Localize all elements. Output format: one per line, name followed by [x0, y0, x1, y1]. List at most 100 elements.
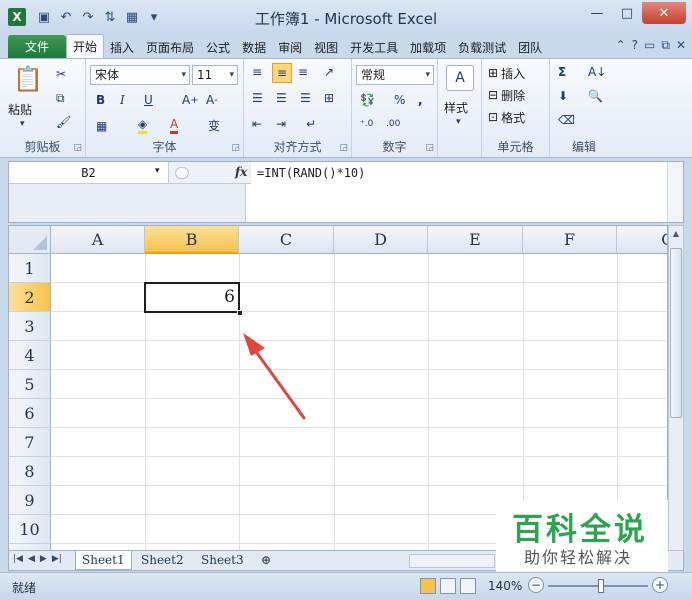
row-header-6[interactable]: 6 [9, 399, 51, 428]
font-launcher-icon[interactable]: ◲ [231, 143, 240, 153]
tab-review[interactable]: 审阅 [272, 36, 308, 58]
row-header-4[interactable]: 4 [9, 341, 51, 370]
zoom-out-button[interactable]: − [528, 577, 544, 593]
tab-team[interactable]: 团队 [512, 36, 548, 58]
styles-group[interactable]: A 样式 ▾ [438, 59, 482, 157]
styles-button[interactable]: 样式 [444, 99, 468, 116]
tab-addins[interactable]: 加载项 [404, 36, 452, 58]
tab-file[interactable]: 文件 [8, 35, 66, 58]
save-icon[interactable]: ▣ [36, 10, 52, 25]
decrease-decimal-icon[interactable]: .00 [386, 119, 400, 129]
insert-function-icon[interactable]: fx [235, 165, 247, 179]
sort-filter-icon[interactable]: A↓ [588, 65, 606, 79]
insert-sheet-icon[interactable]: ⊕ [255, 551, 277, 570]
formula-bar-resize-icon[interactable] [175, 167, 189, 179]
increase-indent-icon[interactable]: ⇥ [276, 117, 286, 131]
horizontal-scrollbar[interactable] [409, 554, 495, 568]
orientation-icon[interactable]: ↗ [324, 65, 334, 79]
vertical-scroll-thumb[interactable] [670, 248, 682, 418]
page-break-view-icon[interactable] [460, 578, 476, 594]
comma-style-icon[interactable]: , [418, 93, 423, 107]
close-button[interactable]: ✕ [642, 2, 686, 24]
grow-font-icon[interactable]: A + [182, 93, 199, 107]
fill-color-icon[interactable]: ◈ [138, 117, 148, 134]
column-header-g[interactable]: G [617, 226, 667, 254]
row-header-8[interactable]: 8 [9, 457, 51, 486]
align-middle-icon[interactable]: ≡ [272, 63, 292, 83]
vertical-scrollbar[interactable]: ▲ [668, 225, 684, 551]
number-format-select[interactable]: 常规 [356, 65, 434, 85]
formula-bar-scroll[interactable] [667, 162, 683, 222]
merge-center-icon[interactable]: ⊞ [324, 91, 334, 105]
format-painter-icon[interactable]: 🖌 [56, 115, 71, 129]
collapse-ribbon-icon[interactable]: ⌃ [616, 38, 626, 53]
tab-data[interactable]: 数据 [236, 36, 272, 58]
underline-icon[interactable]: U [144, 93, 153, 107]
styles-dropdown-icon[interactable]: ▾ [456, 117, 461, 127]
sheet-tab-sheet2[interactable]: Sheet2 [135, 551, 190, 570]
align-bottom-icon[interactable]: ≡ [298, 65, 308, 79]
wrap-text-icon[interactable]: ↵ [306, 117, 316, 131]
help-icon[interactable]: ? [632, 38, 638, 53]
paste-icon[interactable]: 📋 [13, 65, 43, 93]
find-select-icon[interactable]: 🔍 [588, 89, 603, 103]
tab-load-test[interactable]: 负载测试 [452, 36, 512, 58]
excel-icon[interactable]: X [8, 8, 26, 26]
delete-cells-button[interactable]: ⊟ 删除 [488, 85, 525, 105]
name-box[interactable]: B2 [9, 162, 169, 184]
next-sheet-icon[interactable]: ▶ [40, 554, 47, 564]
column-header-e[interactable]: E [428, 226, 523, 254]
column-header-b[interactable]: B [145, 226, 239, 254]
column-header-c[interactable]: C [239, 226, 334, 254]
redo-icon[interactable]: ↷ [80, 10, 96, 25]
shrink-font-icon[interactable]: A- [206, 93, 218, 107]
phonetic-icon[interactable]: 变 [208, 117, 220, 134]
name-box-dropdown-icon[interactable]: ▾ [155, 166, 160, 176]
zoom-level[interactable]: 140% [488, 579, 522, 593]
sort-icon[interactable]: ⇅ [102, 10, 118, 25]
row-header-7[interactable]: 7 [9, 428, 51, 457]
column-header-d[interactable]: D [334, 226, 428, 254]
sheet-tab-sheet3[interactable]: Sheet3 [195, 551, 250, 570]
decrease-indent-icon[interactable]: ⇤ [252, 117, 262, 131]
page-layout-view-icon[interactable] [440, 578, 456, 594]
undo-icon[interactable]: ↶ [58, 10, 74, 25]
row-header-9[interactable]: 9 [9, 486, 51, 515]
row-header-1[interactable]: 1 [9, 254, 51, 283]
tab-insert[interactable]: 插入 [104, 36, 140, 58]
tab-view[interactable]: 视图 [308, 36, 344, 58]
fill-icon[interactable]: ⬇ [558, 89, 568, 103]
tab-page-layout[interactable]: 页面布局 [140, 36, 200, 58]
prev-sheet-icon[interactable]: ◀ [28, 554, 35, 564]
paste-button[interactable]: 粘贴 [8, 101, 32, 118]
percent-icon[interactable]: % [394, 93, 405, 107]
align-right-icon[interactable]: ☰ [300, 91, 311, 105]
tab-formulas[interactable]: 公式 [200, 36, 236, 58]
styles-icon[interactable]: A [446, 65, 474, 91]
doc-restore-icon[interactable]: ⧉ [661, 38, 670, 53]
bold-icon[interactable]: B [96, 93, 105, 107]
maximize-button[interactable]: □ [612, 2, 642, 24]
scroll-up-icon[interactable]: ▲ [669, 229, 683, 238]
italic-icon[interactable]: I [120, 93, 125, 107]
clipboard-launcher-icon[interactable]: ◲ [73, 143, 82, 153]
cut-icon[interactable]: ✂ [56, 67, 66, 81]
minimize-button[interactable]: — [582, 2, 612, 24]
autosum-icon[interactable]: Σ [558, 65, 566, 79]
zoom-in-button[interactable]: + [652, 577, 668, 593]
alignment-launcher-icon[interactable]: ◲ [339, 143, 348, 153]
first-sheet-icon[interactable]: |◀ [13, 554, 23, 564]
format-cells-button[interactable]: ⊡ 格式 [488, 107, 525, 127]
clear-icon[interactable]: ⌫ [558, 113, 575, 127]
column-header-a[interactable]: A [51, 226, 145, 254]
normal-view-icon[interactable] [420, 578, 436, 594]
align-left-icon[interactable]: ☰ [252, 91, 263, 105]
font-name-select[interactable]: 宋体 [90, 65, 190, 85]
tab-home[interactable]: 开始 [66, 34, 105, 58]
align-center-icon[interactable]: ☰ [276, 91, 287, 105]
borders-icon[interactable]: ▦ [96, 119, 107, 133]
currency-icon[interactable]: 💱 [360, 93, 375, 107]
row-header-3[interactable]: 3 [9, 312, 51, 341]
column-header-f[interactable]: F [523, 226, 617, 254]
number-launcher-icon[interactable]: ◲ [425, 143, 434, 153]
